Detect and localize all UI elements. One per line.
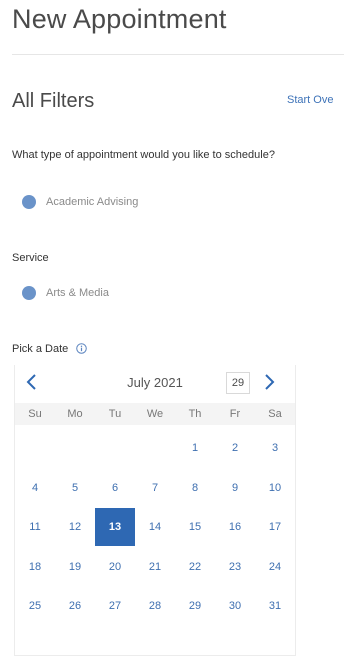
calendar-day [95, 429, 135, 467]
calendar-day[interactable]: 23 [215, 548, 255, 586]
pick-date-label: Pick a Date [12, 343, 69, 355]
calendar-day[interactable]: 9 [215, 469, 255, 507]
calendar-week: 1 2 3 [15, 429, 295, 469]
calendar-day [15, 429, 55, 467]
calendar-day[interactable]: 12 [55, 508, 95, 546]
calendar-day[interactable]: 2 [215, 429, 255, 467]
weekday-label: We [146, 408, 164, 420]
calendar-day[interactable]: 27 [95, 587, 135, 625]
calendar-days: 1 2 3 4 5 6 7 8 9 10 11 12 13 14 15 16 1… [15, 429, 295, 627]
weekday-label: Sa [268, 408, 282, 420]
calendar-day[interactable]: 15 [175, 508, 215, 546]
weekday-label: Su [28, 408, 42, 420]
calendar-day[interactable]: 20 [95, 548, 135, 586]
month-label: July 2021 [127, 375, 183, 390]
calendar: July 2021 29 Su Mo Tu We Th Fr Sa 1 2 3 … [14, 365, 296, 656]
calendar-day[interactable]: 1 [175, 429, 215, 467]
calendar-day[interactable]: 22 [175, 548, 215, 586]
start-over-link[interactable]: Start Ove [287, 94, 333, 106]
calendar-day[interactable]: 28 [135, 587, 175, 625]
calendar-day[interactable]: 7 [135, 469, 175, 507]
calendar-day[interactable]: 26 [55, 587, 95, 625]
calendar-week: 4 5 6 7 8 9 10 [15, 469, 295, 509]
weekday-header-row: Su Mo Tu We Th Fr Sa [15, 403, 295, 425]
calendar-day[interactable]: 25 [15, 587, 55, 625]
info-icon[interactable] [76, 343, 88, 354]
calendar-day-selected[interactable]: 13 [95, 508, 135, 546]
calendar-day [135, 429, 175, 467]
calendar-day[interactable]: 3 [255, 429, 295, 467]
calendar-week: 18 19 20 21 22 23 24 [15, 548, 295, 588]
calendar-day[interactable]: 17 [255, 508, 295, 546]
weekday-label: Tu [108, 408, 122, 420]
calendar-day[interactable]: 18 [15, 548, 55, 586]
radio-selected-icon[interactable] [22, 286, 36, 300]
weekday-label: Fr [229, 408, 241, 420]
appointment-type-question: What type of appointment would you like … [12, 149, 275, 161]
calendar-header: July 2021 29 [15, 365, 295, 403]
service-option-label: Arts & Media [46, 287, 109, 299]
calendar-day[interactable]: 21 [135, 548, 175, 586]
today-button[interactable]: 29 [226, 372, 250, 394]
service-label: Service [12, 252, 49, 264]
filters-title: All Filters [12, 90, 95, 112]
calendar-day[interactable]: 10 [255, 469, 295, 507]
appointment-type-label: Academic Advising [46, 196, 139, 208]
pick-date-label-row: Pick a Date [12, 343, 88, 355]
calendar-day[interactable]: 14 [135, 508, 175, 546]
calendar-day[interactable]: 30 [215, 587, 255, 625]
calendar-week: 11 12 13 14 15 16 17 [15, 508, 295, 548]
calendar-day[interactable]: 4 [15, 469, 55, 507]
calendar-day[interactable]: 16 [215, 508, 255, 546]
service-option[interactable]: Arts & Media [22, 286, 109, 300]
appointment-type-option[interactable]: Academic Advising [22, 195, 138, 209]
radio-selected-icon[interactable] [22, 195, 36, 209]
calendar-day[interactable]: 29 [175, 587, 215, 625]
calendar-day[interactable]: 19 [55, 548, 95, 586]
page-title: New Appointment [12, 4, 227, 34]
weekday-label: Mo [67, 408, 83, 420]
calendar-day[interactable]: 5 [55, 469, 95, 507]
calendar-day[interactable]: 31 [255, 587, 295, 625]
calendar-day[interactable]: 8 [175, 469, 215, 507]
chevron-right-icon[interactable] [262, 373, 276, 391]
calendar-day[interactable]: 11 [15, 508, 55, 546]
calendar-week: 25 26 27 28 29 30 31 [15, 587, 295, 627]
header-divider [12, 54, 344, 55]
weekday-label: Th [188, 408, 202, 420]
calendar-day[interactable]: 24 [255, 548, 295, 586]
calendar-day[interactable]: 6 [95, 469, 135, 507]
calendar-day [55, 429, 95, 467]
